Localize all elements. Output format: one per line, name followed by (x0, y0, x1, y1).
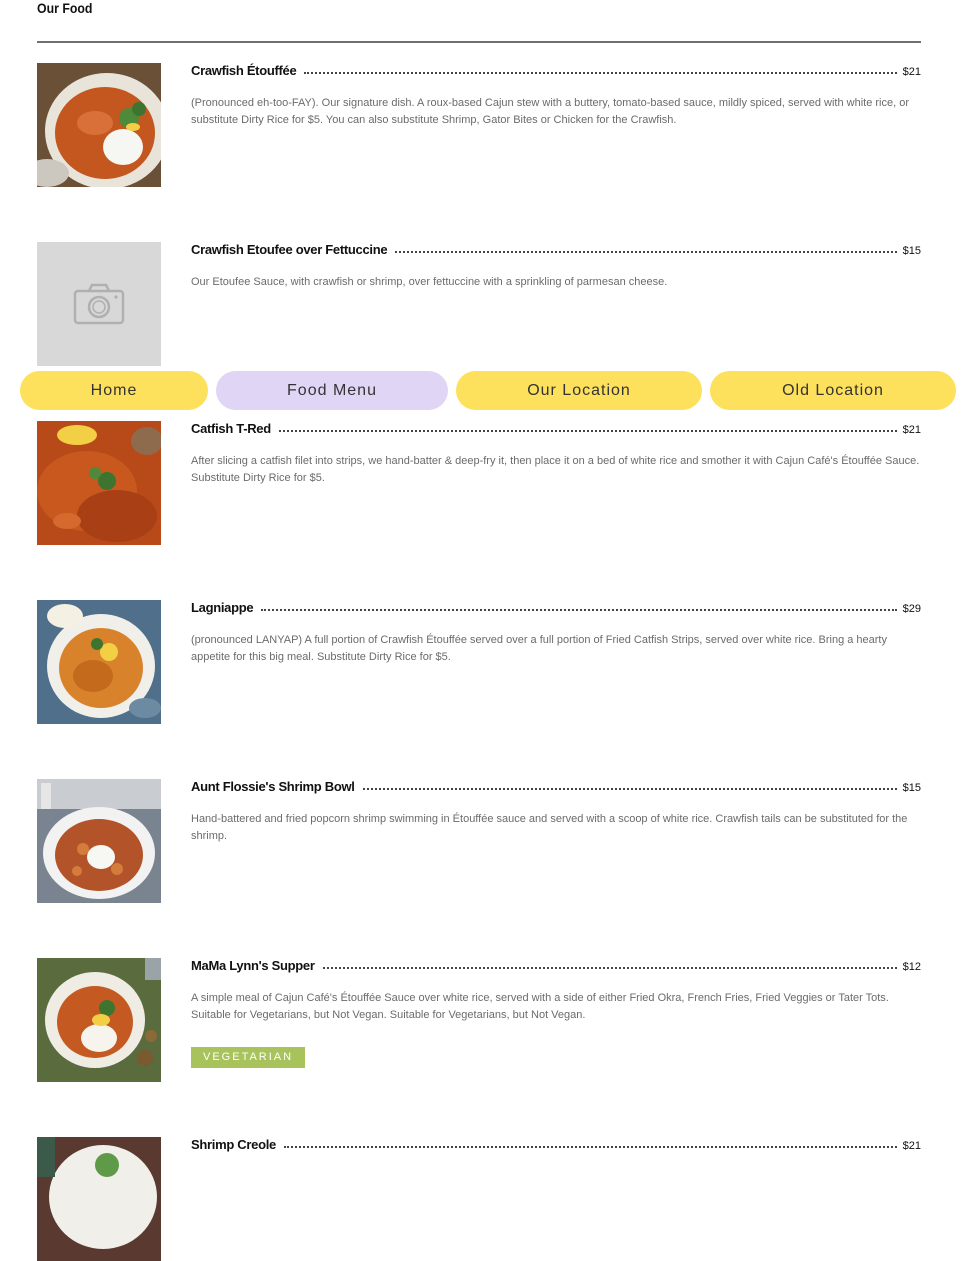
menu-item: MaMa Lynn's Supper $12 A simple meal of … (37, 958, 921, 1082)
menu-item-name: Shrimp Creole (191, 1137, 276, 1152)
menu-item: Shrimp Creole $21 (37, 1137, 921, 1261)
menu-item-description: (Pronounced eh-too-FAY). Our signature d… (191, 97, 909, 126)
menu-item-header: Lagniappe $29 (191, 600, 921, 620)
menu-item-description: Hand-battered and fried popcorn shrimp s… (191, 813, 908, 842)
camera-placeholder-icon[interactable] (37, 242, 161, 366)
menu-item-name: Crawfish Etoufee over Fettuccine (191, 242, 388, 257)
menu-item: Catfish T-Red $21 After slicing a catfis… (37, 421, 921, 545)
menu-item: Aunt Flossie's Shrimp Bowl $15 Hand-batt… (37, 779, 921, 903)
supper-photo[interactable] (37, 958, 161, 1082)
menu-item: Crawfish Etoufee over Fettuccine $15 Our… (37, 242, 921, 366)
menu-item-description: (pronounced LANYAP) A full portion of Cr… (191, 634, 887, 663)
nav-home-button[interactable]: Home (20, 371, 208, 410)
section-divider (37, 41, 921, 43)
menu-item-price: $21 (902, 66, 921, 78)
menu-item-header: Shrimp Creole $21 (191, 1137, 921, 1157)
menu-item-header: Catfish T-Red $21 (191, 421, 921, 441)
menu-item: Crawfish Étouffée $21 (Pronounced eh-too… (37, 63, 921, 187)
lagniappe-photo[interactable] (37, 600, 161, 724)
menu-item: Lagniappe $29 (pronounced LANYAP) A full… (37, 600, 921, 724)
menu-item-header: MaMa Lynn's Supper $12 (191, 958, 921, 978)
menu-item-header: Crawfish Étouffée $21 (191, 63, 921, 83)
nav-food-menu-button[interactable]: Food Menu (216, 371, 448, 410)
menu-item-name: Crawfish Étouffée (191, 63, 297, 78)
dot-leader (261, 599, 897, 611)
menu-item-name: Aunt Flossie's Shrimp Bowl (191, 779, 355, 794)
menu-item-name: Catfish T-Red (191, 421, 271, 436)
dot-leader (362, 778, 897, 790)
menu-item-header: Crawfish Etoufee over Fettuccine $15 (191, 242, 921, 262)
dot-leader (283, 1136, 897, 1148)
menu-item-description: Our Etoufee Sauce, with crawfish or shri… (191, 276, 668, 288)
creole-photo[interactable] (37, 1137, 161, 1261)
menu-item-name: Lagniappe (191, 600, 254, 615)
nav-our-location-button[interactable]: Our Location (456, 371, 702, 410)
nav-old-location-button[interactable]: Old Location (710, 371, 956, 410)
menu-item-price: $29 (902, 603, 921, 615)
menu-item-header: Aunt Flossie's Shrimp Bowl $15 (191, 779, 921, 799)
etouffee-photo[interactable] (37, 63, 161, 187)
menu-item-price: $21 (902, 424, 921, 436)
menu-item-description: A simple meal of Cajun Café's Étouffée S… (191, 992, 889, 1021)
section-title: Our Food (37, 0, 93, 16)
menu-item-price: $15 (902, 782, 921, 794)
menu-item-price: $21 (902, 1140, 921, 1152)
dot-leader (322, 957, 897, 969)
dot-leader (278, 420, 897, 432)
dot-leader (304, 62, 897, 74)
menu-item-price: $12 (902, 961, 921, 973)
catfish-photo[interactable] (37, 421, 161, 545)
menu-item-name: MaMa Lynn's Supper (191, 958, 315, 973)
main-nav: Home Food Menu Our Location Old Location (0, 371, 965, 410)
menu-item-description: After slicing a catfish filet into strip… (191, 455, 920, 484)
vegetarian-badge: VEGETARIAN (191, 1047, 306, 1068)
menu-item-price: $15 (902, 245, 921, 257)
dot-leader (395, 241, 897, 253)
shrimp-bowl-photo[interactable] (37, 779, 161, 903)
